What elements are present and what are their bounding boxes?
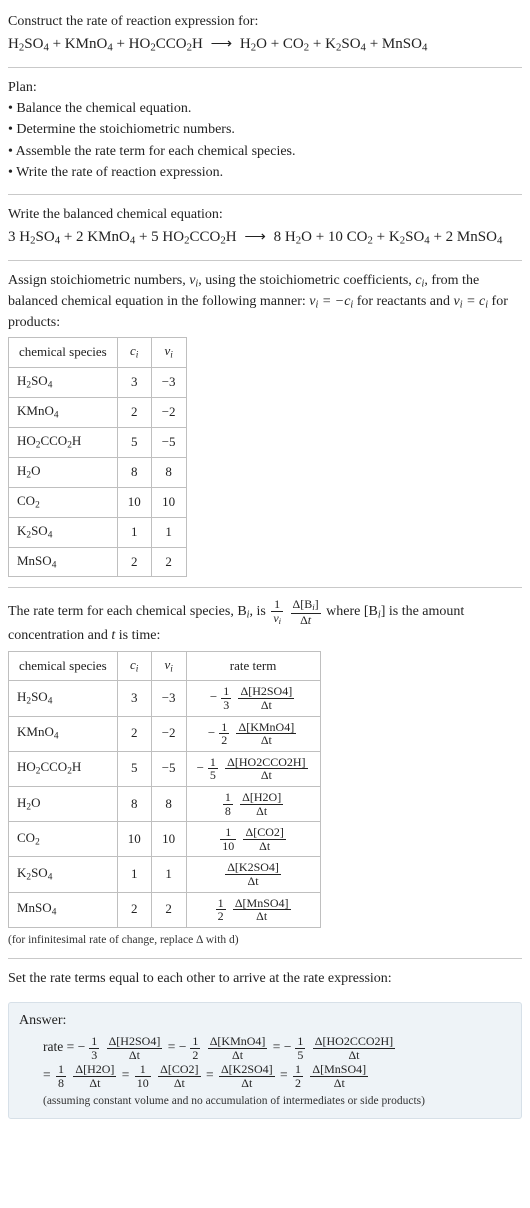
divider [8,67,522,68]
table-row: MnSO422 [9,547,187,577]
table-row: H2O88 [9,457,187,487]
table-row: H2SO43−3 −13 Δ[H2SO4]Δt [9,681,321,716]
stoich-table: chemical species ci νi H2SO43−3 KMnO42−2… [8,337,187,577]
balanced-block: Write the balanced chemical equation: 3 … [8,199,522,256]
table-row: K2SO411 Δ[K2SO4]Δt [9,857,321,892]
col-nui: νi [151,651,186,681]
table-row: H2O88 18 Δ[H2O]Δt [9,786,321,821]
unbalanced-equation: H2SO4 + KMnO4 + HO2CCO2H ⟶ H2O + CO2 + K… [8,34,522,56]
assign-paragraph: Assign stoichiometric numbers, νi, using… [8,271,522,334]
table-row: HO2CCO2H5−5 [9,427,187,457]
plan-heading: Plan: [8,78,522,98]
answer-label: Answer: [19,1011,511,1031]
rate-line-1: rate = −13 Δ[H2SO4]Δt = −12 Δ[KMnO4]Δt =… [43,1035,511,1061]
plan-item: • Write the rate of reaction expression. [8,163,522,183]
answer-rates: rate = −13 Δ[H2SO4]Δt = −12 Δ[KMnO4]Δt =… [43,1035,511,1089]
col-rate: rate term [186,651,320,681]
prompt-line: Construct the rate of reaction expressio… [8,12,522,32]
balanced-equation: 3 H2SO4 + 2 KMnO4 + 5 HO2CCO2H ⟶ 8 H2O +… [8,227,522,249]
eq-rhs: H2O + CO2 + K2SO4 + MnSO4 [240,36,427,52]
balanced-rhs: 8 H2O + 10 CO2 + K2SO4 + 2 MnSO4 [274,229,503,245]
eq-lhs: H2SO4 + KMnO4 + HO2CCO2H [8,36,203,52]
col-ci: ci [117,338,151,368]
table-row: HO2CCO2H5−5 −15 Δ[HO2CCO2H]Δt [9,751,321,786]
infinitesimal-note: (for infinitesimal rate of change, repla… [8,932,522,949]
table-header-row: chemical species ci νi rate term [9,651,321,681]
set-rate-block: Set the rate terms equal to each other t… [8,963,522,995]
prompt-block: Construct the rate of reaction expressio… [8,6,522,63]
plan-item: • Balance the chemical equation. [8,99,522,119]
col-species: chemical species [9,338,118,368]
plan-item: • Determine the stoichiometric numbers. [8,120,522,140]
divider [8,958,522,959]
table-header-row: chemical species ci νi [9,338,187,368]
table-row: H2SO43−3 [9,368,187,398]
divider [8,260,522,261]
col-species: chemical species [9,651,118,681]
fraction: Δ[Bi]Δt [291,598,321,626]
divider [8,587,522,588]
table-row: KMnO42−2 [9,398,187,428]
rateterm-paragraph: The rate term for each chemical species,… [8,598,522,646]
table-row: CO21010 [9,487,187,517]
reaction-arrow-icon: ⟶ [244,229,266,245]
answer-assumption: (assuming constant volume and no accumul… [43,1093,511,1110]
set-rate-text: Set the rate terms equal to each other t… [8,969,522,989]
plan-block: Plan: • Balance the chemical equation. •… [8,72,522,190]
table-row: CO21010 110 Δ[CO2]Δt [9,822,321,857]
assign-block: Assign stoichiometric numbers, νi, using… [8,265,522,584]
col-nui: νi [151,338,186,368]
balanced-lhs: 3 H2SO4 + 2 KMnO4 + 5 HO2CCO2H [8,229,237,245]
divider [8,194,522,195]
table-row: MnSO422 12 Δ[MnSO4]Δt [9,892,321,927]
plan-item: • Assemble the rate term for each chemic… [8,142,522,162]
reaction-arrow-icon: ⟶ [211,36,233,52]
table-row: KMnO42−2 −12 Δ[KMnO4]Δt [9,716,321,751]
rateterm-block: The rate term for each chemical species,… [8,592,522,954]
fraction: 1νi [271,598,283,626]
rate-table: chemical species ci νi rate term H2SO43−… [8,651,321,928]
answer-box: Answer: rate = −13 Δ[H2SO4]Δt = −12 Δ[KM… [8,1002,522,1119]
col-ci: ci [117,651,151,681]
balanced-heading: Write the balanced chemical equation: [8,205,522,225]
rate-line-2: = 18 Δ[H2O]Δt = 110 Δ[CO2]Δt = Δ[K2SO4]Δ… [43,1063,511,1089]
table-row: K2SO411 [9,517,187,547]
